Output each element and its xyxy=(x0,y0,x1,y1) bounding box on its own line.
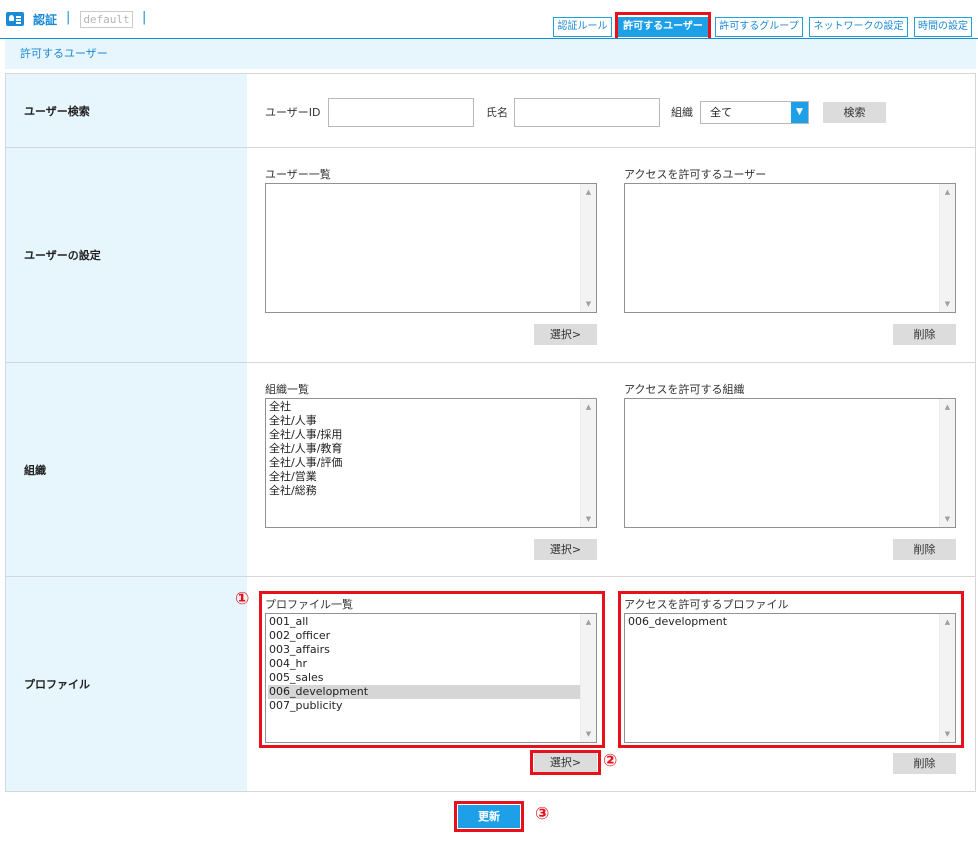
scroll-up-icon[interactable]: ▲ xyxy=(581,188,596,196)
scroll-up-icon[interactable]: ▲ xyxy=(940,403,955,411)
scroll-down-icon[interactable]: ▼ xyxy=(581,515,596,523)
profile-delete-button[interactable]: 削除 xyxy=(893,753,956,774)
org-label: 組織 xyxy=(671,106,693,119)
user-id-label: ユーザーID xyxy=(265,106,321,119)
scrollbar[interactable]: ▲ ▼ xyxy=(580,399,596,527)
scrollbar[interactable]: ▲ ▼ xyxy=(939,184,955,312)
scroll-down-icon[interactable]: ▼ xyxy=(940,300,955,308)
allowed-orgs-title: アクセスを許可する組織 xyxy=(624,383,745,396)
profile-badge: default xyxy=(80,11,133,28)
user-id-input[interactable] xyxy=(328,98,474,127)
organization-label: 組織 xyxy=(6,363,247,576)
tab-time-settings[interactable]: 時間の設定 xyxy=(914,17,972,37)
list-item[interactable]: 002_officer xyxy=(268,629,580,643)
list-item[interactable]: 全社/人事/採用 xyxy=(268,428,580,442)
tab-auth-rules[interactable]: 認証ルール xyxy=(553,17,612,37)
search-button[interactable]: 検索 xyxy=(823,102,886,123)
tab-network-settings[interactable]: ネットワークの設定 xyxy=(809,17,908,37)
list-item[interactable]: 003_affairs xyxy=(268,643,580,657)
list-item[interactable]: 001_all xyxy=(268,615,580,629)
profile-list-title: プロファイル一覧 xyxy=(265,598,353,611)
scrollbar[interactable]: ▲ ▼ xyxy=(939,399,955,527)
allowed-profiles-list[interactable]: 006_development ▲ ▼ xyxy=(624,613,956,743)
allowed-users-list[interactable]: ▲ ▼ xyxy=(624,183,956,313)
tab-allowed-groups[interactable]: 許可するグループ xyxy=(715,17,803,37)
auth-card-icon xyxy=(6,12,24,26)
list-item[interactable]: 全社/総務 xyxy=(268,484,580,498)
scrollbar[interactable]: ▲ ▼ xyxy=(580,184,596,312)
user-list[interactable]: ▲ ▼ xyxy=(265,183,597,313)
header-separator: | xyxy=(66,10,71,25)
scroll-down-icon[interactable]: ▼ xyxy=(581,300,596,308)
allowed-profiles-title: アクセスを許可するプロファイル xyxy=(624,598,789,611)
scroll-up-icon[interactable]: ▲ xyxy=(581,403,596,411)
list-item[interactable]: 全社/営業 xyxy=(268,470,580,484)
scroll-up-icon[interactable]: ▲ xyxy=(940,188,955,196)
scroll-up-icon[interactable]: ▲ xyxy=(940,618,955,626)
section-subheader: 許可するユーザー xyxy=(5,39,976,69)
org-delete-button[interactable]: 削除 xyxy=(893,539,956,560)
header-separator: | xyxy=(142,10,147,25)
step-1-marker: ① xyxy=(235,589,250,609)
list-item[interactable]: 全社 xyxy=(268,400,580,414)
name-label: 氏名 xyxy=(486,106,508,119)
list-item[interactable]: 全社/人事/教育 xyxy=(268,442,580,456)
update-button[interactable]: 更新 xyxy=(458,805,520,828)
step-3-marker: ③ xyxy=(535,804,550,824)
profile-label: プロファイル xyxy=(6,577,247,791)
settings-form: ユーザー検索 ユーザーID 氏名 組織 全て ▼ 検索 ユーザーの設定 ユーザー… xyxy=(5,73,976,792)
scroll-up-icon[interactable]: ▲ xyxy=(581,618,596,626)
list-item[interactable]: 006_development xyxy=(268,685,580,699)
profile-list[interactable]: 001_all 002_officer 003_affairs 004_hr 005_s… xyxy=(265,613,597,743)
user-select-button[interactable]: 選択> xyxy=(534,324,597,345)
scrollbar[interactable]: ▲ ▼ xyxy=(939,614,955,742)
user-search-label: ユーザー検索 xyxy=(6,74,247,147)
allowed-users-title: アクセスを許可するユーザー xyxy=(624,168,767,181)
org-list[interactable]: 全社 全社/人事 全社/人事/採用 全社/人事/教育 全社/人事/評価 全社/営業 全社/総… xyxy=(265,398,597,528)
allowed-orgs-list[interactable]: ▲ ▼ xyxy=(624,398,956,528)
org-select-button[interactable]: 選択> xyxy=(534,539,597,560)
list-item[interactable]: 006_development xyxy=(627,615,939,629)
scroll-down-icon[interactable]: ▼ xyxy=(581,730,596,738)
chevron-down-icon: ▼ xyxy=(791,102,808,123)
list-item[interactable]: 全社/人事/評価 xyxy=(268,456,580,470)
scrollbar[interactable]: ▲ ▼ xyxy=(580,614,596,742)
list-item[interactable]: 004_hr xyxy=(268,657,580,671)
user-delete-button[interactable]: 削除 xyxy=(893,324,956,345)
name-input[interactable] xyxy=(514,98,660,127)
org-list-title: 組織一覧 xyxy=(265,383,309,396)
org-select[interactable]: 全て ▼ xyxy=(700,101,809,124)
step-2-marker: ② xyxy=(603,751,618,771)
user-list-title: ユーザー一覧 xyxy=(265,168,331,181)
org-select-value: 全て xyxy=(710,106,732,119)
list-item[interactable]: 全社/人事 xyxy=(268,414,580,428)
list-item[interactable]: 007_publicity xyxy=(268,699,580,713)
scroll-down-icon[interactable]: ▼ xyxy=(940,730,955,738)
profile-select-button[interactable]: 選択> xyxy=(534,753,597,772)
scroll-down-icon[interactable]: ▼ xyxy=(940,515,955,523)
list-item[interactable]: 005_sales xyxy=(268,671,580,685)
user-settings-label: ユーザーの設定 xyxy=(6,148,247,362)
page-title: 認証 xyxy=(33,13,58,27)
